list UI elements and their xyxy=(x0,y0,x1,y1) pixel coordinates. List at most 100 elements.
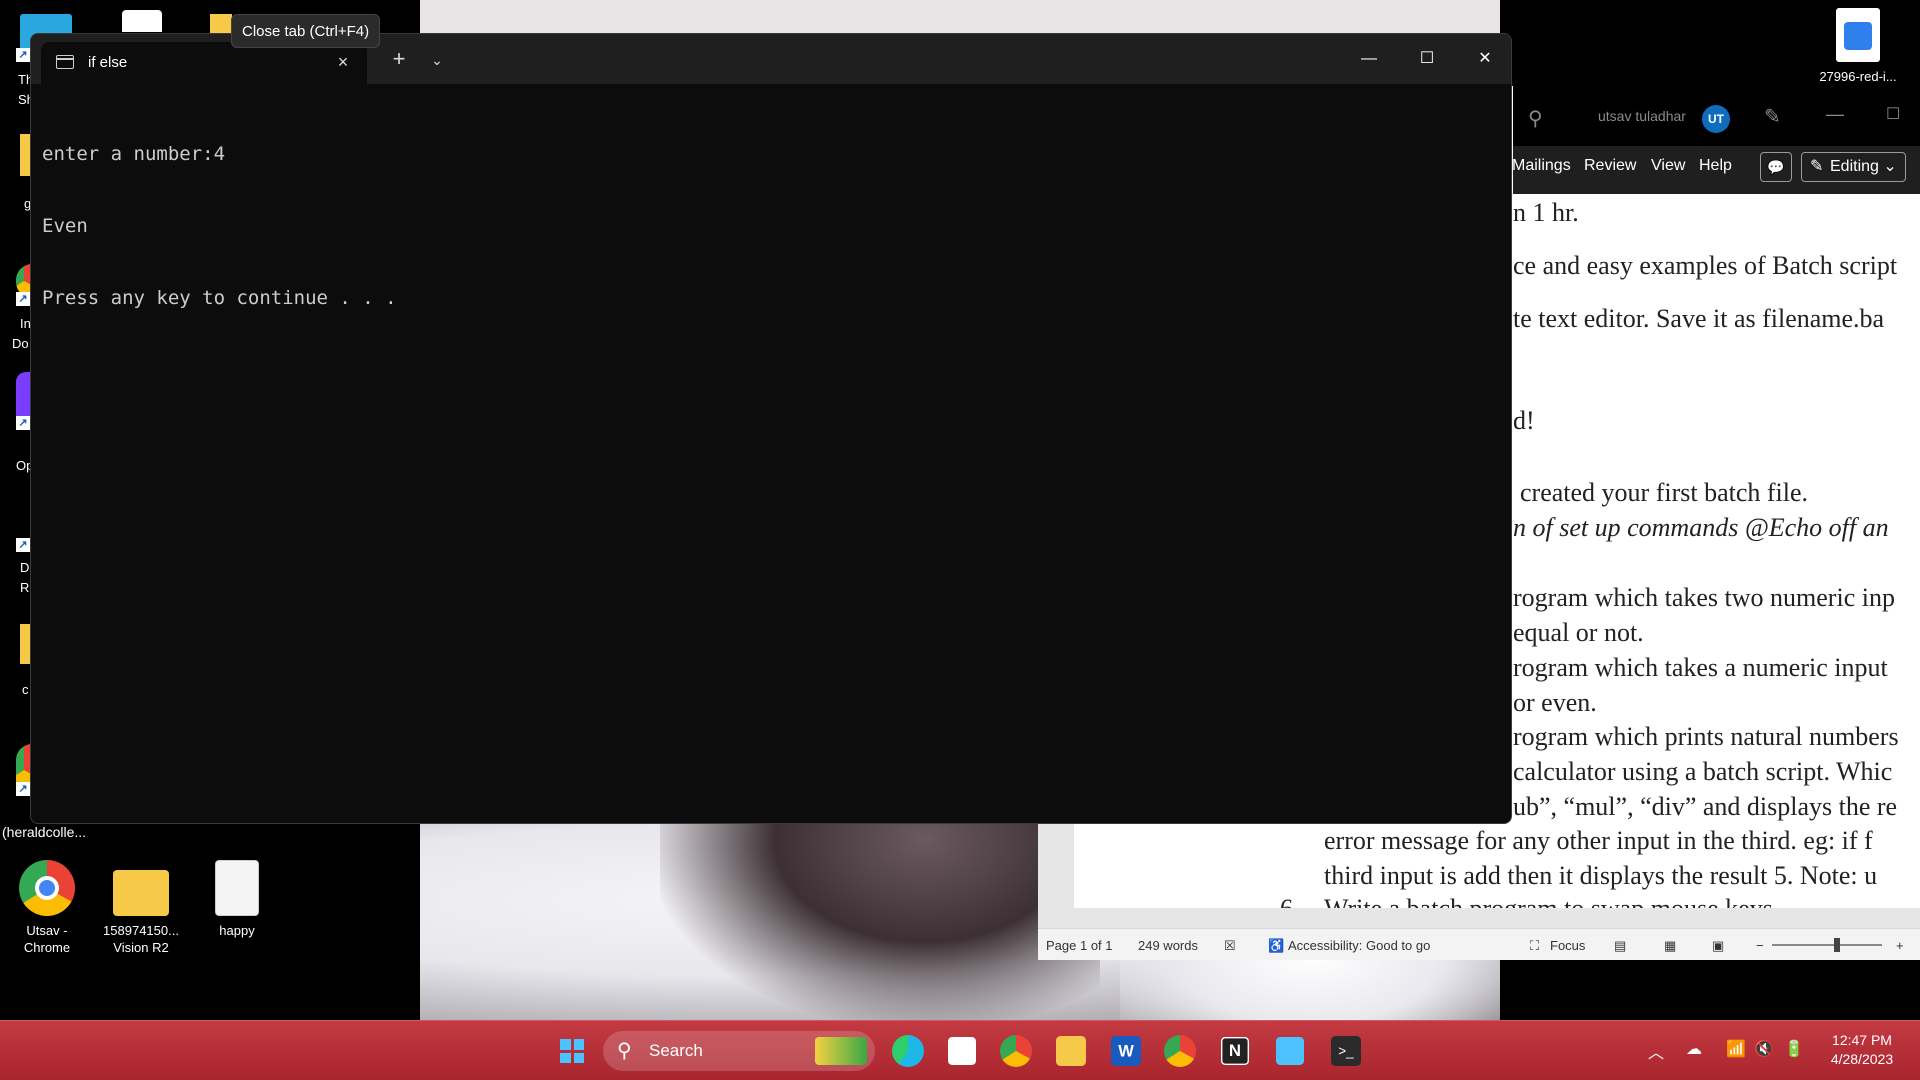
onedrive-error-icon[interactable]: ☁ xyxy=(1686,1039,1702,1059)
desktop-icon-label: happy xyxy=(219,923,255,938)
tab-view[interactable]: View xyxy=(1651,157,1685,175)
zoom-slider-thumb[interactable] xyxy=(1834,938,1840,952)
taskbar: ⚲ Search W N >_ ︿ ☁ 📶 🔇 🔋 12:47 PM 4/28/… xyxy=(0,1020,1920,1080)
desktop-label-fragment: Do xyxy=(12,336,29,351)
page-count[interactable]: Page 1 of 1 xyxy=(1046,938,1113,953)
focus-icon: ⛶ xyxy=(1530,938,1540,953)
word-icon[interactable]: W xyxy=(1111,1036,1141,1066)
shortcut-arrow-icon: ↗ xyxy=(16,292,30,306)
editing-mode-button[interactable]: ✎ Editing ⌄ xyxy=(1801,152,1906,182)
clock-time: 12:47 PM xyxy=(1832,1032,1892,1048)
start-icon[interactable] xyxy=(552,1031,592,1071)
accessibility-status[interactable]: Accessibility: Good to go xyxy=(1288,938,1430,953)
file-explorer-icon[interactable] xyxy=(1056,1036,1086,1066)
print-layout-icon[interactable]: ▦ xyxy=(1664,938,1676,954)
store-icon[interactable] xyxy=(948,1037,976,1065)
search-icon[interactable]: ⚲ xyxy=(1528,106,1543,131)
doc-line: or even. xyxy=(1513,688,1597,717)
doc-line: created your first batch file. xyxy=(1520,478,1809,507)
doc-line: calculator using a batch script. Whic xyxy=(1513,757,1893,786)
desktop-icon-label: Utsav - Chrome xyxy=(23,923,71,955)
web-layout-icon[interactable]: ▣ xyxy=(1712,938,1724,954)
doc-line: rogram which takes a numeric input xyxy=(1513,653,1888,682)
start-tile xyxy=(560,1039,571,1050)
notepad-icon[interactable] xyxy=(1276,1037,1304,1065)
tab-help[interactable]: Help xyxy=(1699,157,1732,175)
edge-icon[interactable] xyxy=(892,1035,924,1067)
desktop-icon-label: 27996-red-i... xyxy=(1819,69,1897,84)
desktop-label-fragment: c xyxy=(22,682,29,697)
editing-label: Editing ⌄ xyxy=(1830,158,1897,175)
pencil-icon: ✎ xyxy=(1810,158,1824,175)
pen-icon[interactable]: ✎ xyxy=(1764,104,1781,129)
document-icon[interactable] xyxy=(122,10,162,32)
desktop-icon-utsav-chrome[interactable]: Utsav - Chrome xyxy=(2,860,92,956)
terminal-taskbar-icon[interactable]: >_ xyxy=(1331,1036,1361,1066)
search-highlight-icon xyxy=(815,1037,867,1065)
wifi-icon[interactable]: 📶 xyxy=(1726,1039,1746,1059)
doc-line: ce and easy examples of Batch script xyxy=(1513,251,1898,280)
doc-line: error message for any other input in the… xyxy=(1324,826,1873,855)
close-tab-button[interactable]: × xyxy=(329,48,357,76)
cat-face-shadow xyxy=(660,820,1100,1020)
avatar[interactable]: UT xyxy=(1702,105,1730,133)
desktop-label-fragment: D xyxy=(20,560,30,575)
doc-line: equal or not. xyxy=(1513,618,1644,647)
desktop-icon-happy[interactable]: happy xyxy=(192,860,282,939)
taskbar-search[interactable]: ⚲ Search xyxy=(603,1031,875,1071)
notion-icon[interactable]: N xyxy=(1221,1037,1249,1065)
shortcut-arrow-icon: ↗ xyxy=(16,538,30,552)
chrome-center xyxy=(35,876,59,900)
image-file-icon xyxy=(1836,8,1880,62)
read-mode-icon[interactable]: ▤ xyxy=(1614,938,1626,954)
minimize-icon[interactable]: — xyxy=(1826,104,1844,125)
search-label: Search xyxy=(649,1041,703,1060)
terminal-tab-title: if else xyxy=(88,54,128,71)
document-icon xyxy=(215,860,259,916)
chrome-icon xyxy=(19,860,75,916)
desktop-label-fragment: R xyxy=(20,580,30,595)
word-user-name: utsav tuladhar xyxy=(1598,108,1686,124)
doc-line: rogram which takes two numeric inp xyxy=(1513,583,1895,612)
doc-line: ub”, “mul”, “div” and displays the re xyxy=(1513,792,1898,821)
minimize-button[interactable]: — xyxy=(1341,40,1397,78)
new-tab-button[interactable]: + xyxy=(383,46,415,74)
word-status-bar: Page 1 of 1 249 words ☒ ♿ Accessibility:… xyxy=(1038,928,1920,960)
terminal-icon xyxy=(56,55,74,69)
maximize-icon[interactable]: ☐ xyxy=(1886,104,1900,124)
zoom-slider[interactable] xyxy=(1772,938,1882,952)
terminal-output[interactable]: enter a number:4 Even Press any key to c… xyxy=(42,94,397,358)
comment-button[interactable]: 💬 xyxy=(1760,152,1792,182)
terminal-line: enter a number:4 xyxy=(42,143,226,165)
desktop-icon-image-file[interactable]: 27996-red-i... xyxy=(1808,8,1908,85)
focus-button[interactable]: Focus xyxy=(1550,938,1585,953)
chrome-profile-icon[interactable] xyxy=(1164,1035,1196,1067)
doc-line: n of set up commands @Echo off an xyxy=(1513,513,1889,542)
close-window-button[interactable]: ✕ xyxy=(1457,40,1511,78)
close-tab-tooltip: Close tab (Ctrl+F4) xyxy=(231,14,381,48)
clock-date: 4/28/2023 xyxy=(1830,1051,1894,1067)
taskbar-clock[interactable]: 12:47 PM 4/28/2023 xyxy=(1820,1031,1904,1069)
zoom-in-icon[interactable]: + xyxy=(1896,938,1904,953)
chrome-icon[interactable] xyxy=(1000,1035,1032,1067)
word-count[interactable]: 249 words xyxy=(1138,938,1198,953)
comment-icon: 💬 xyxy=(1767,159,1785,175)
maximize-button[interactable]: ☐ xyxy=(1399,40,1455,78)
doc-line: n 1 hr. xyxy=(1513,198,1579,227)
desktop-icon-vision-folder[interactable]: 158974150... Vision R2 xyxy=(96,860,186,956)
volume-muted-icon[interactable]: 🔇 xyxy=(1754,1039,1774,1059)
proofing-icon[interactable]: ☒ xyxy=(1224,938,1236,954)
start-tile xyxy=(560,1052,571,1063)
zoom-out-icon[interactable]: − xyxy=(1756,938,1764,953)
shortcut-arrow-icon: ↗ xyxy=(16,48,30,62)
doc-line: te text editor. Save it as filename.ba xyxy=(1513,304,1885,333)
doc-line: rogram which prints natural numbers xyxy=(1513,722,1899,751)
chevron-up-icon[interactable]: ︿ xyxy=(1648,1039,1664,1063)
search-icon: ⚲ xyxy=(617,1040,632,1062)
tab-dropdown-button[interactable]: ⌄ xyxy=(423,46,451,74)
shortcut-arrow-icon: ↗ xyxy=(16,782,30,796)
battery-icon[interactable]: 🔋 xyxy=(1784,1039,1804,1059)
tab-review[interactable]: Review xyxy=(1584,157,1636,175)
tab-mailings[interactable]: Mailings xyxy=(1512,157,1571,175)
folder-icon[interactable] xyxy=(210,14,232,34)
